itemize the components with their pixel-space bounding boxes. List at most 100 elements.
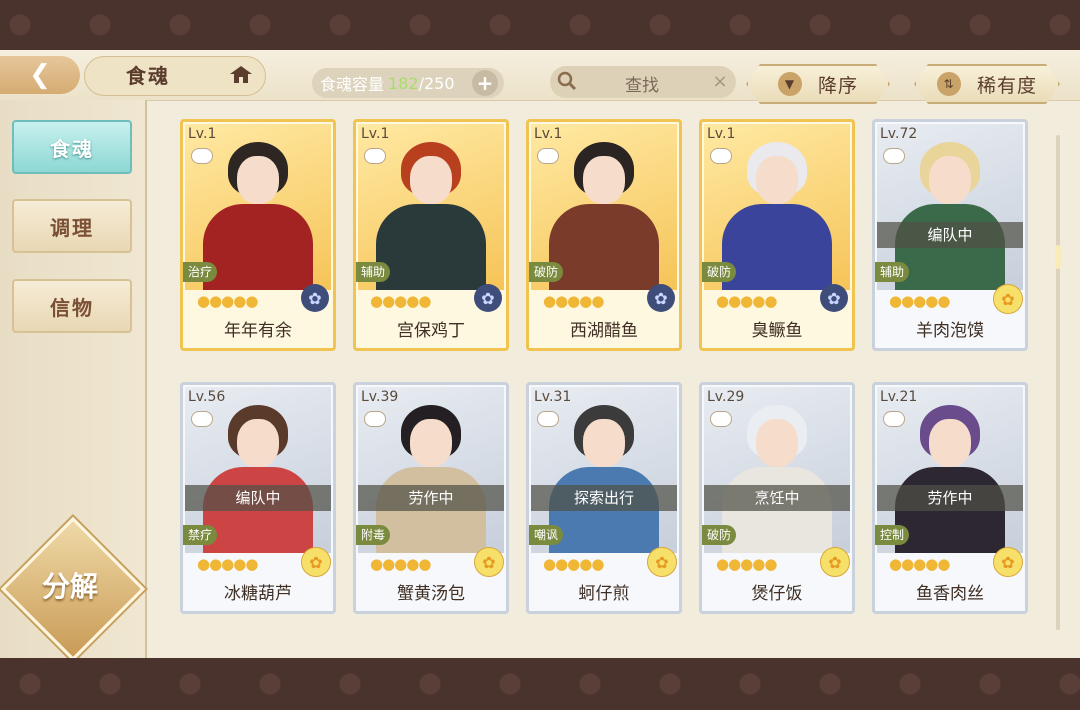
food-soul-name: 羊肉泡馍 (916, 321, 984, 341)
food-soul-card[interactable]: Lv.31 探索出行 嘲讽 ●●●●● ✿ 蚵仔煎 (526, 382, 682, 614)
character-face (756, 419, 798, 467)
character-face (410, 419, 452, 467)
back-chevron-icon: ❮ (29, 60, 51, 90)
food-soul-name: 煲仔饭 (751, 584, 803, 604)
house-icon[interactable] (228, 62, 254, 86)
sort-order-button[interactable]: ▼ 降序 (746, 64, 890, 104)
rarity-icon: ✿ (301, 284, 329, 312)
food-soul-card[interactable]: Lv.1 治疗 ●●●●● ✿ 年年有余 (180, 119, 336, 351)
character-face (929, 156, 971, 204)
character-body (722, 204, 832, 290)
star-rating: ●●●●● (370, 555, 431, 573)
rarity-icon: ✿ (647, 547, 677, 577)
food-soul-name: 臭鳜鱼 (751, 321, 803, 341)
character-face (929, 419, 971, 467)
level-label: Lv.31 (534, 389, 572, 405)
mood-icon (364, 411, 386, 427)
rarity-icon: ✿ (474, 284, 502, 312)
level-label: Lv.56 (188, 389, 226, 405)
mood-icon (883, 148, 905, 164)
sort-down-icon: ▼ (778, 72, 802, 96)
role-tag: 破防 (702, 262, 737, 282)
character-face (237, 156, 279, 204)
character-face (410, 156, 452, 204)
rarity-icon: ✿ (474, 547, 504, 577)
star-rating: ●●●●● (543, 292, 604, 310)
star-rating: ●●●●● (716, 555, 777, 573)
capacity-label: 食魂容量 (320, 75, 385, 94)
role-tag: 附毒 (356, 525, 391, 545)
status-overlay: 劳作中 (358, 485, 504, 511)
level-label: Lv.21 (880, 389, 918, 405)
role-tag: 破防 (702, 525, 737, 545)
mood-icon (883, 411, 905, 427)
level-label: Lv.72 (880, 126, 918, 142)
status-overlay: 编队中 (877, 222, 1023, 248)
mood-icon (537, 148, 559, 164)
role-tag: 控制 (875, 525, 910, 545)
food-soul-name: 宫保鸡丁 (397, 321, 465, 341)
food-soul-card[interactable]: Lv.39 劳作中 附毒 ●●●●● ✿ 蟹黄汤包 (353, 382, 509, 614)
status-overlay: 劳作中 (877, 485, 1023, 511)
search-icon (557, 71, 577, 91)
level-label: Lv.29 (707, 389, 745, 405)
status-overlay: 烹饪中 (704, 485, 850, 511)
food-soul-name: 年年有余 (224, 321, 292, 341)
mood-icon (710, 148, 732, 164)
food-soul-card[interactable]: Lv.1 辅助 ●●●●● ✿ 宫保鸡丁 (353, 119, 509, 351)
role-tag: 破防 (529, 262, 564, 282)
rarity-icon: ✿ (993, 284, 1023, 314)
star-rating: ●●●●● (889, 292, 950, 310)
role-tag: 嘲讽 (529, 525, 564, 545)
star-rating: ●●●●● (370, 292, 431, 310)
rarity-icon: ✿ (993, 547, 1023, 577)
food-soul-name: 冰糖葫芦 (224, 584, 292, 604)
level-label: Lv.1 (534, 126, 563, 142)
rarity-icon: ✿ (820, 284, 848, 312)
food-soul-card[interactable]: Lv.1 破防 ●●●●● ✿ 臭鳜鱼 (699, 119, 855, 351)
role-tag: 辅助 (875, 262, 910, 282)
sort-by-label: 稀有度 (976, 74, 1037, 97)
page-title: 食魂 (126, 64, 170, 88)
food-soul-card[interactable]: Lv.72 编队中辅助 ●●●●● ✿ 羊肉泡馍 (872, 119, 1028, 351)
sidebar-tab-food-souls[interactable]: 食魂 (12, 120, 132, 174)
role-tag: 治疗 (183, 262, 218, 282)
star-rating: ●●●●● (543, 555, 604, 573)
food-soul-card[interactable]: Lv.1 破防 ●●●●● ✿ 西湖醋鱼 (526, 119, 682, 351)
character-face (583, 419, 625, 467)
food-soul-card[interactable]: Lv.29 烹饪中破防 ●●●●● ✿ 煲仔饭 (699, 382, 855, 614)
status-overlay: 编队中 (185, 485, 331, 511)
capacity-current: 182 (388, 73, 419, 93)
star-rating: ●●●●● (716, 292, 777, 310)
food-soul-grid: Lv.1 治疗 ●●●●● ✿ 年年有余 Lv.1 辅助 ●●●●● ✿ 宫保鸡丁 Lv.1 破防 ●●… (160, 105, 1055, 645)
level-label: Lv.1 (188, 126, 217, 142)
scrollbar-thumb[interactable] (1055, 245, 1061, 269)
sort-order-label: 降序 (817, 74, 858, 97)
clear-search-icon[interactable]: × (710, 72, 730, 92)
character-body (376, 204, 486, 290)
sidebar-tab-conditioning[interactable]: 调理 (12, 199, 132, 253)
level-label: Lv.39 (361, 389, 399, 405)
top-border-decoration (0, 0, 1080, 50)
search-label: 查找 (625, 76, 659, 96)
character-body (203, 204, 313, 290)
plus-icon: + (476, 71, 494, 95)
star-rating: ●●●●● (889, 555, 950, 573)
scrollbar-track[interactable] (1056, 135, 1060, 630)
expand-capacity-button[interactable]: + (472, 70, 498, 96)
sort-by-button[interactable]: ⇅ 稀有度 (914, 64, 1060, 104)
food-soul-card[interactable]: Lv.56 编队中 禁疗 ●●●●● ✿ 冰糖葫芦 (180, 382, 336, 614)
food-soul-name: 西湖醋鱼 (570, 321, 638, 341)
rarity-icon: ✿ (820, 547, 850, 577)
food-soul-card[interactable]: Lv.21 劳作中 控制 ●●●●● ✿ 鱼香肉丝 (872, 382, 1028, 614)
rarity-icon: ✿ (647, 284, 675, 312)
character-face (756, 156, 798, 204)
star-rating: ●●●●● (197, 292, 258, 310)
back-button[interactable]: ❮ (0, 56, 80, 94)
sidebar-tab-tokens[interactable]: 信物 (12, 279, 132, 333)
rarity-icon: ✿ (301, 547, 331, 577)
mood-icon (191, 411, 213, 427)
character-body (549, 204, 659, 290)
mood-icon (191, 148, 213, 164)
decompose-label[interactable]: 分解 (28, 565, 112, 605)
